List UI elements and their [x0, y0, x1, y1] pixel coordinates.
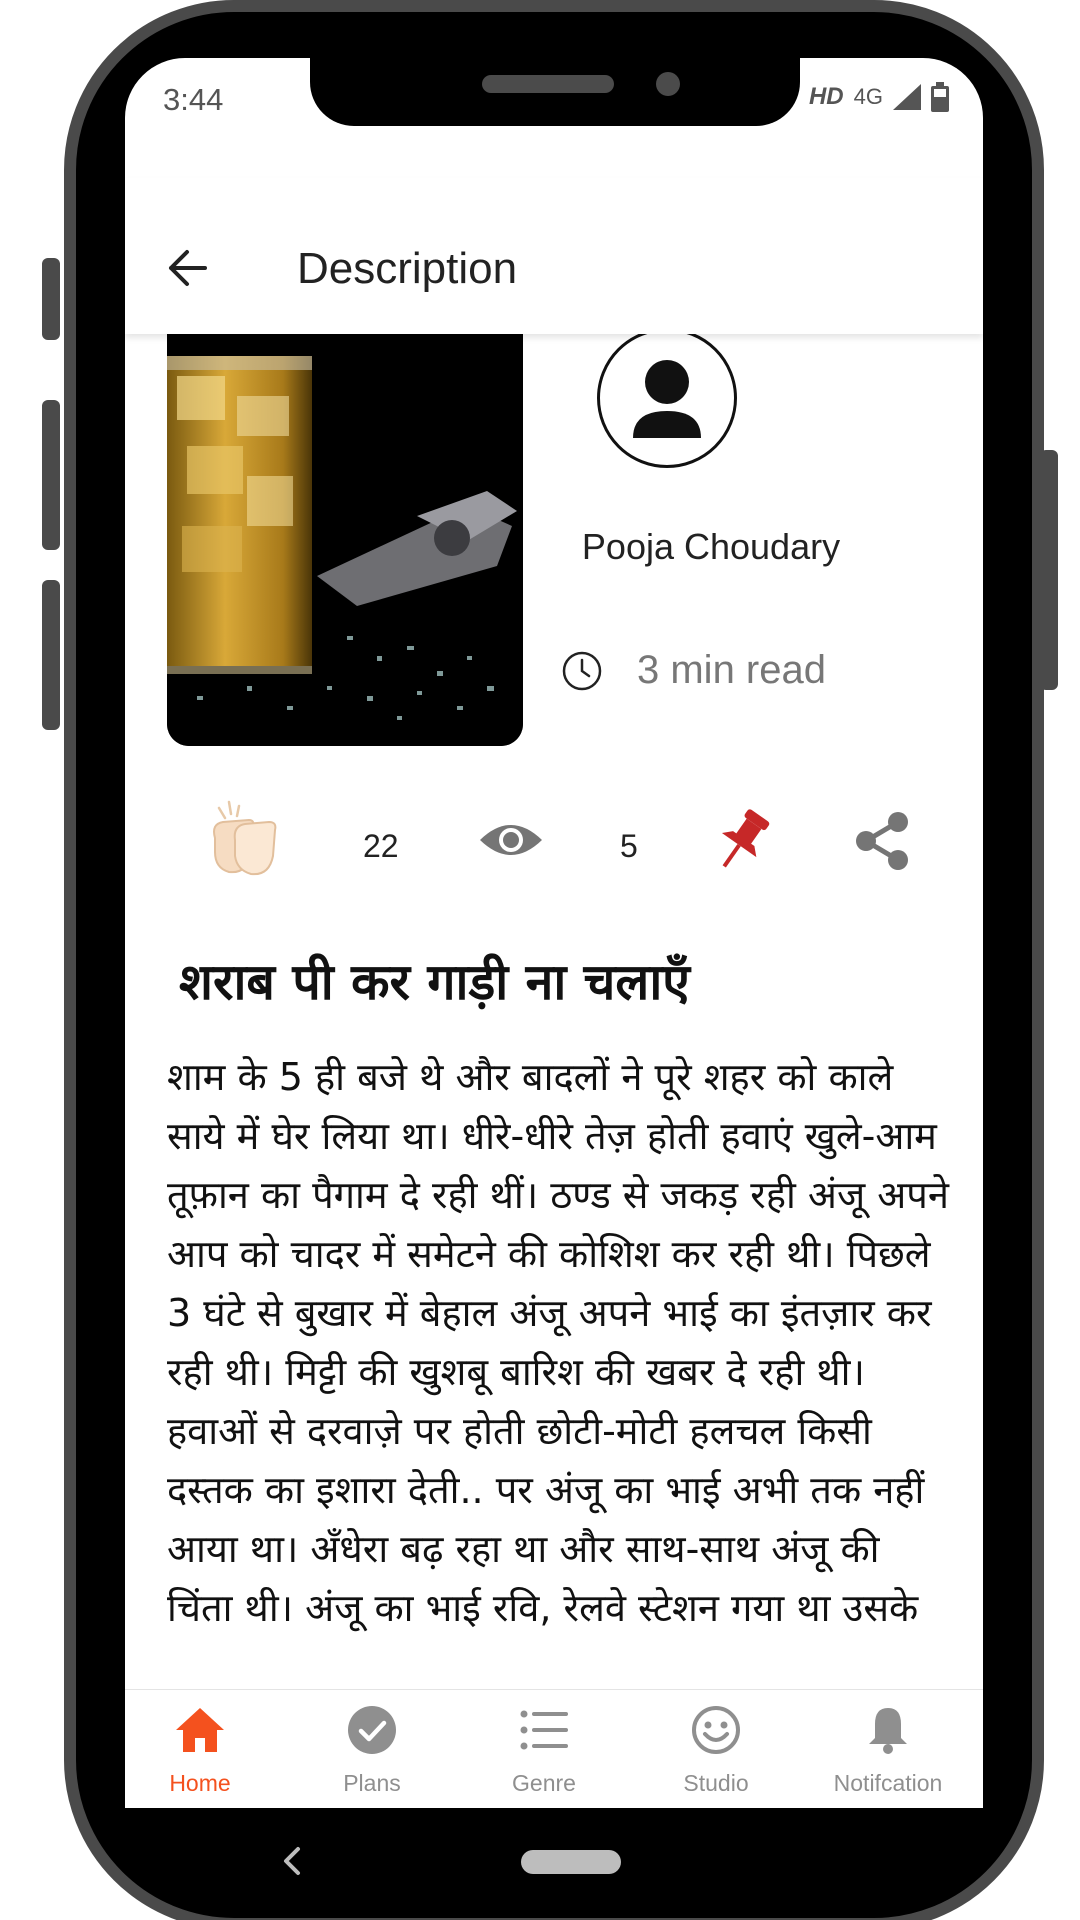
nav-genre-label: Genre	[512, 1770, 576, 1796]
nav-notification[interactable]: Notifcation	[813, 1704, 963, 1808]
story-body: शाम के 5 ही बजे थे और बादलों ने पूरे शहर…	[167, 1055, 949, 1630]
clap-icon[interactable]	[205, 798, 287, 880]
device-frame: 3:44 HD 4G Description Pooja Choudary 3 …	[0, 0, 1080, 1920]
hd-indicator: HD	[808, 83, 844, 110]
clap-count: 22	[363, 828, 399, 864]
battery-icon	[931, 82, 949, 112]
home-icon	[176, 1708, 224, 1752]
person-icon	[633, 360, 701, 438]
front-camera	[656, 72, 680, 96]
bell-icon	[869, 1708, 907, 1754]
nav-studio-label: Studio	[683, 1770, 749, 1796]
nav-notification-label: Notifcation	[833, 1770, 943, 1796]
eye-icon	[480, 825, 542, 855]
nav-studio[interactable]: Studio	[641, 1704, 791, 1808]
network-type: 4G	[853, 84, 883, 109]
story-cover-image	[167, 276, 523, 746]
phone-side-button	[42, 580, 60, 730]
signal-icon	[893, 84, 921, 110]
nav-plans[interactable]: Plans	[297, 1704, 447, 1808]
story-title: शराब पी कर गाड़ी ना चलाएँ	[179, 953, 690, 1011]
smiley-icon	[692, 1706, 740, 1754]
app-screen: 3:44 HD 4G Description Pooja Choudary 3 …	[125, 58, 983, 1808]
author-avatar[interactable]	[597, 328, 737, 468]
system-back-icon[interactable]	[282, 1846, 302, 1876]
clock-icon	[562, 651, 602, 691]
phone-side-button	[42, 258, 60, 340]
phone-side-button	[42, 400, 60, 550]
author-name[interactable]: Pooja Choudary	[561, 526, 861, 568]
system-home-button[interactable]	[521, 1850, 621, 1874]
read-time: 3 min read	[637, 648, 826, 692]
status-icons: HD 4G	[809, 82, 949, 112]
app-bar: Description	[125, 178, 983, 334]
nav-home[interactable]: Home	[125, 1704, 275, 1808]
list-icon	[520, 1710, 568, 1750]
nav-genre[interactable]: Genre	[469, 1704, 619, 1808]
nav-home-label: Home	[169, 1770, 231, 1796]
bottom-navigation: Home Plans Genre Studio Notifcation	[125, 1689, 983, 1808]
check-circle-icon	[348, 1706, 396, 1754]
nav-plans-label: Plans	[343, 1770, 401, 1796]
status-time: 3:44	[163, 82, 224, 117]
share-icon[interactable]	[852, 810, 912, 872]
back-arrow-icon[interactable]	[165, 246, 209, 290]
view-count: 5	[620, 828, 638, 864]
pin-icon[interactable]	[713, 806, 771, 876]
page-title: Description	[297, 244, 518, 293]
speaker-grille	[482, 75, 614, 93]
